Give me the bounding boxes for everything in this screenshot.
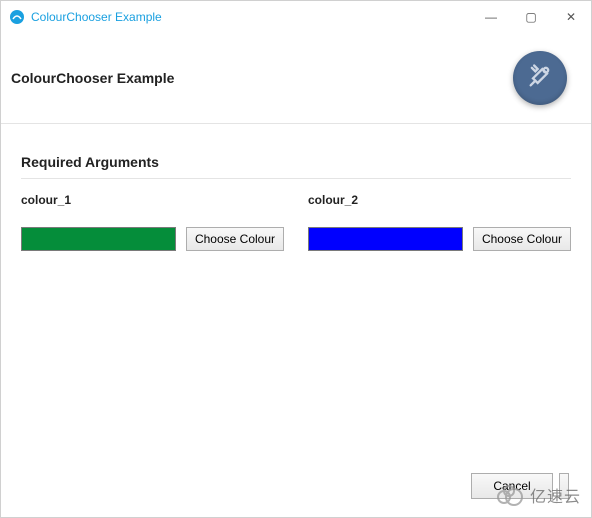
header: ColourChooser Example bbox=[1, 33, 591, 124]
fields: colour_1 Choose Colour colour_2 Choose C… bbox=[21, 193, 571, 251]
colour-swatch-1[interactable] bbox=[21, 227, 176, 251]
watermark-text: 亿速云 bbox=[530, 483, 581, 507]
choose-colour-button-2[interactable]: Choose Colour bbox=[473, 227, 571, 251]
cloud-icon bbox=[494, 479, 526, 511]
maximize-button[interactable]: ▢ bbox=[511, 1, 551, 33]
field-row: Choose Colour bbox=[308, 227, 571, 251]
titlebar: ColourChooser Example — ▢ ✕ bbox=[1, 1, 591, 33]
settings-button[interactable] bbox=[513, 51, 567, 105]
field-colour-2: colour_2 Choose Colour bbox=[308, 193, 571, 251]
window-controls: — ▢ ✕ bbox=[471, 1, 591, 33]
window-title: ColourChooser Example bbox=[31, 10, 162, 24]
field-colour-1: colour_1 Choose Colour bbox=[21, 193, 284, 251]
minimize-button[interactable]: — bbox=[471, 1, 511, 33]
section-title: Required Arguments bbox=[21, 154, 571, 179]
watermark: 亿速云 bbox=[494, 479, 581, 511]
field-label: colour_2 bbox=[308, 193, 571, 207]
app-icon bbox=[9, 9, 25, 25]
choose-colour-button-1[interactable]: Choose Colour bbox=[186, 227, 284, 251]
close-button[interactable]: ✕ bbox=[551, 1, 591, 33]
colour-swatch-2[interactable] bbox=[308, 227, 463, 251]
wrench-screwdriver-icon bbox=[526, 62, 554, 95]
field-label: colour_1 bbox=[21, 193, 284, 207]
content: Required Arguments colour_1 Choose Colou… bbox=[1, 124, 591, 251]
page-title: ColourChooser Example bbox=[11, 70, 174, 86]
field-row: Choose Colour bbox=[21, 227, 284, 251]
